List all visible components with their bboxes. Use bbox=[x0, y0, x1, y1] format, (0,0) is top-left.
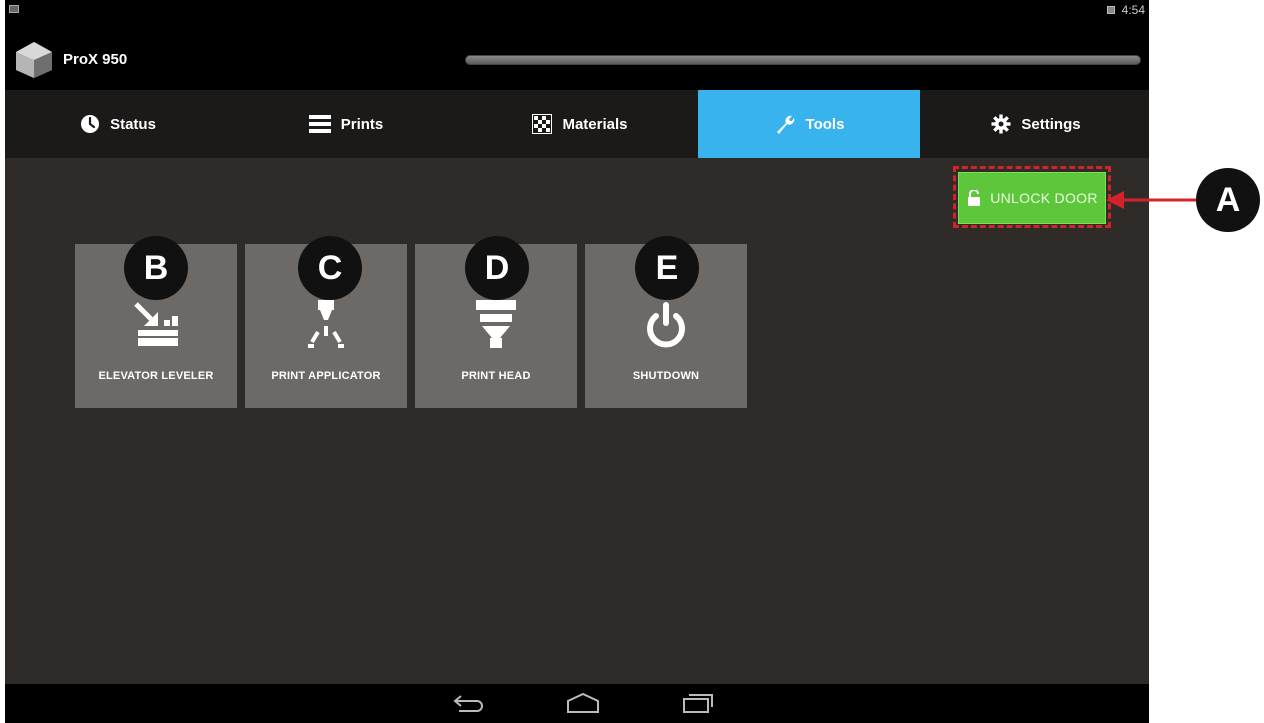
power-icon bbox=[647, 302, 685, 348]
tab-label: Settings bbox=[1021, 115, 1081, 133]
progress-bar bbox=[465, 55, 1141, 65]
clock-icon bbox=[81, 115, 100, 133]
tool-label: PRINT HEAD bbox=[461, 370, 531, 382]
callout-d: D bbox=[465, 236, 529, 300]
checker-icon bbox=[532, 114, 553, 134]
system-nav-bar bbox=[5, 684, 1149, 723]
tablet-screen: 4:54 ProX 950 Status Prints Materials To… bbox=[5, 0, 1149, 723]
app-logo-icon bbox=[16, 42, 52, 78]
print-head-icon bbox=[476, 300, 516, 348]
recent-apps-icon[interactable] bbox=[681, 692, 715, 714]
callout-c: C bbox=[298, 236, 362, 300]
tool-label: SHUTDOWN bbox=[632, 370, 700, 382]
back-icon[interactable] bbox=[451, 692, 485, 714]
tab-status[interactable]: Status bbox=[7, 90, 229, 158]
tool-label: ELEVATOR LEVELER bbox=[98, 370, 214, 382]
app-title: ProX 950 bbox=[63, 51, 128, 68]
tab-materials[interactable]: Materials bbox=[469, 90, 691, 158]
wrench-icon bbox=[776, 115, 794, 134]
tab-prints[interactable]: Prints bbox=[235, 90, 457, 158]
unlock-door-button[interactable]: UNLOCK DOOR bbox=[958, 172, 1106, 224]
callout-e: E bbox=[635, 236, 699, 300]
callout-arrow bbox=[1106, 191, 1198, 209]
clock-time: 4:54 bbox=[1121, 3, 1145, 17]
tool-label: PRINT APPLICATOR bbox=[271, 370, 381, 382]
list-icon bbox=[308, 115, 331, 133]
battery-icon bbox=[1107, 6, 1115, 14]
callout-b: B bbox=[124, 236, 188, 300]
tab-label: Prints bbox=[340, 115, 384, 133]
gear-icon bbox=[991, 114, 1011, 134]
tab-settings[interactable]: Settings bbox=[925, 90, 1147, 158]
elevator-leveler-icon bbox=[134, 302, 178, 346]
app-header: ProX 950 bbox=[5, 22, 1149, 90]
tab-label: Status bbox=[110, 115, 156, 133]
print-applicator-icon bbox=[308, 300, 344, 348]
home-icon[interactable] bbox=[565, 692, 601, 714]
tab-label: Tools bbox=[805, 115, 845, 133]
tab-tools[interactable]: Tools bbox=[698, 90, 920, 158]
callout-a: A bbox=[1196, 168, 1260, 232]
notification-icon bbox=[9, 5, 19, 13]
status-bar: 4:54 bbox=[5, 0, 1149, 22]
tab-bar: Status Prints Materials Tools Settings bbox=[5, 90, 1149, 158]
unlock-icon bbox=[968, 190, 981, 206]
tab-label: Materials bbox=[562, 115, 628, 133]
unlock-door-label: UNLOCK DOOR bbox=[990, 190, 1098, 206]
